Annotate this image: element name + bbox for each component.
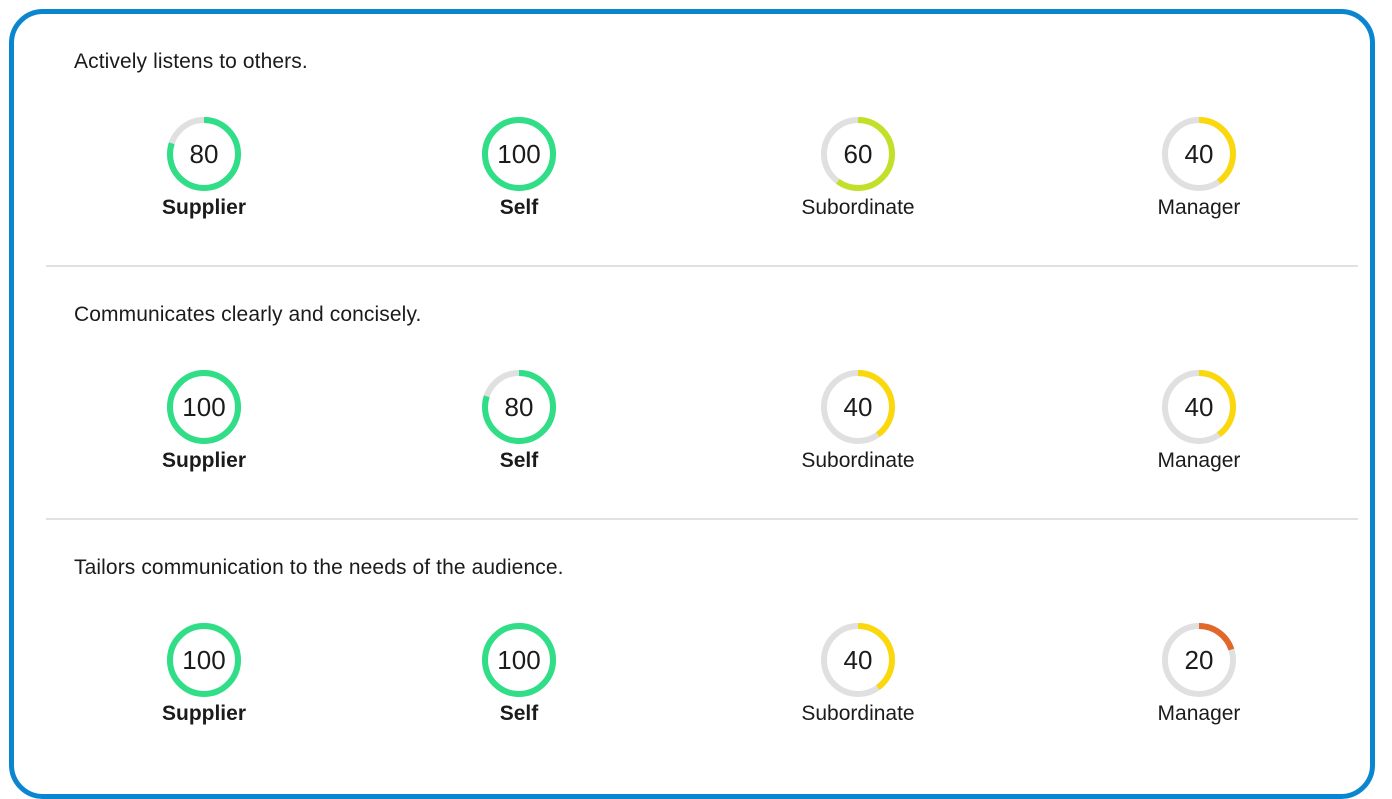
question-section: Communicates clearly and concisely. 100 … [46, 267, 1358, 520]
score-ring: 40 [1159, 114, 1239, 194]
rater-label: Self [499, 449, 539, 472]
rater-label: Self [499, 702, 539, 725]
feedback-panel: Actively listens to others. 80 Supplier [9, 9, 1375, 799]
score-ring: 80 [479, 367, 559, 447]
score-ring: 80 [164, 114, 244, 194]
score-ring: 60 [818, 114, 898, 194]
score-ring: 100 [479, 620, 559, 700]
rating-group: 80 Supplier 100 Self 60 Subordinate 40 M… [46, 114, 1358, 234]
rater-label: Subordinate [801, 702, 915, 725]
question-section: Actively listens to others. 80 Supplier [46, 14, 1358, 267]
score-value: 100 [182, 645, 226, 675]
rater-label: Supplier [161, 196, 246, 219]
score-value: 60 [843, 139, 873, 169]
rater-label: Manager [1157, 449, 1241, 472]
score-value: 40 [1184, 139, 1214, 169]
score-value: 40 [843, 645, 873, 675]
question-title: Tailors communication to the needs of th… [74, 556, 564, 579]
score-value: 100 [497, 645, 541, 675]
score-value: 40 [1184, 392, 1214, 422]
rater-label: Self [499, 196, 539, 219]
rating-subordinate: 40 Subordinate [758, 620, 958, 726]
rating-self: 100 Self [419, 114, 619, 220]
score-ring: 40 [1159, 367, 1239, 447]
rating-manager: 40 Manager [1099, 367, 1299, 473]
score-ring: 100 [164, 620, 244, 700]
rating-subordinate: 60 Subordinate [758, 114, 958, 220]
score-ring: 100 [479, 114, 559, 194]
rater-label: Supplier [161, 449, 246, 472]
question-title: Actively listens to others. [74, 50, 308, 73]
rating-group: 100 Supplier 100 Self 40 Subordinate 20 … [46, 620, 1358, 740]
score-value: 20 [1184, 645, 1214, 675]
score-value: 100 [497, 139, 541, 169]
rating-manager: 20 Manager [1099, 620, 1299, 726]
rating-subordinate: 40 Subordinate [758, 367, 958, 473]
score-value: 80 [189, 139, 219, 169]
score-value: 80 [504, 392, 534, 422]
score-ring: 40 [818, 367, 898, 447]
score-value: 100 [182, 392, 226, 422]
question-section: Tailors communication to the needs of th… [46, 520, 1358, 773]
question-title: Communicates clearly and concisely. [74, 303, 422, 326]
rating-supplier: 100 Supplier [104, 620, 304, 726]
rating-supplier: 80 Supplier [104, 114, 304, 220]
rater-label: Supplier [161, 702, 246, 725]
rater-label: Subordinate [801, 449, 915, 472]
rating-manager: 40 Manager [1099, 114, 1299, 220]
rater-label: Manager [1157, 196, 1241, 219]
rater-label: Manager [1157, 702, 1241, 725]
score-ring: 20 [1159, 620, 1239, 700]
score-ring: 100 [164, 367, 244, 447]
score-value: 40 [843, 392, 873, 422]
rating-supplier: 100 Supplier [104, 367, 304, 473]
rating-self: 80 Self [419, 367, 619, 473]
score-ring: 40 [818, 620, 898, 700]
rating-group: 100 Supplier 80 Self 40 Subordinate 40 M… [46, 367, 1358, 487]
rating-self: 100 Self [419, 620, 619, 726]
rater-label: Subordinate [801, 196, 915, 219]
